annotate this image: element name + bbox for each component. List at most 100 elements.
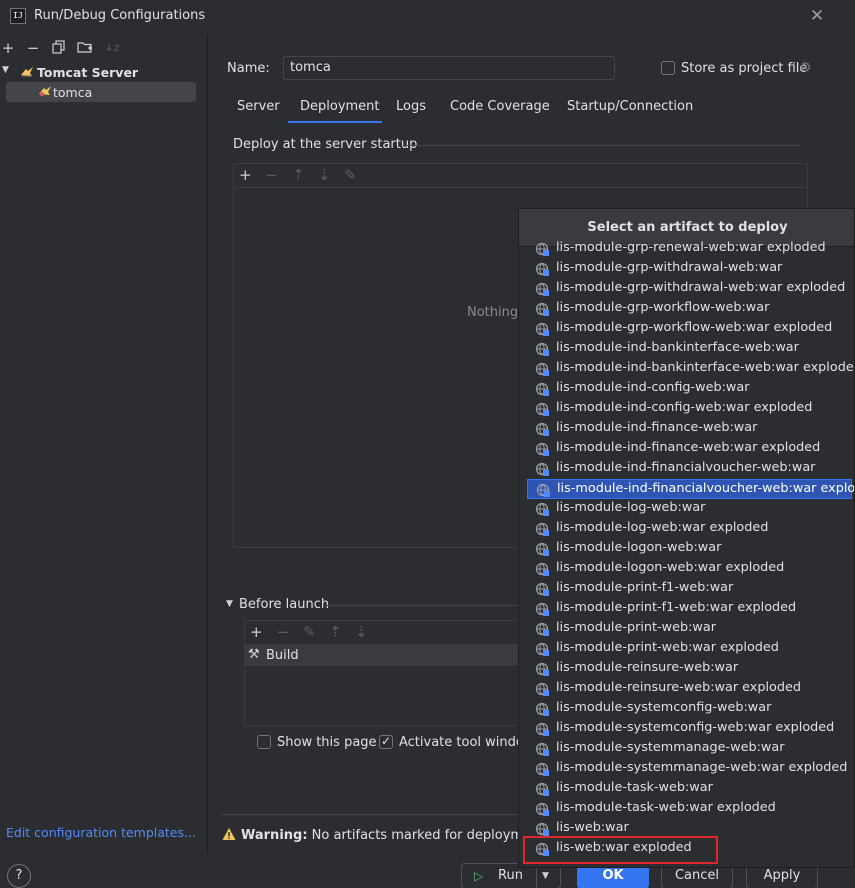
move-down-icon[interactable]: ⇣ [355,623,368,641]
artifact-item-label: lis-module-ind-finance-web:war [556,420,758,435]
before-launch-title[interactable]: Before launch [239,597,329,612]
artifact-item[interactable]: lis-module-ind-finance-web:war [527,419,852,439]
artifact-item[interactable]: lis-module-ind-bankinterface-web:war exp… [527,359,854,379]
web-artifact-icon [535,802,549,816]
new-folder-icon[interactable] [77,40,93,56]
artifact-item-label: lis-module-ind-config-web:war exploded [556,400,813,415]
artifact-item[interactable]: lis-module-ind-financialvoucher-web:war … [527,479,855,499]
active-tab-indicator [288,121,382,123]
tab-code-coverage[interactable]: Code Coverage [450,99,550,114]
artifact-item-label: lis-module-grp-workflow-web:war [556,300,770,315]
artifact-item[interactable]: lis-module-systemmanage-web:war [527,739,852,759]
artifact-item[interactable]: lis-module-grp-renewal-web:war exploded [527,239,852,259]
web-artifact-icon [535,402,549,416]
tab-logs[interactable]: Logs [396,99,426,114]
artifact-item[interactable]: lis-module-grp-withdrawal-web:war [527,259,852,279]
remove-icon[interactable]: − [25,40,41,56]
store-project-file-checkbox[interactable] [661,61,675,75]
activate-tool-window-label[interactable]: Activate tool window [399,735,519,750]
chevron-down-icon[interactable]: ▼ [226,599,233,609]
web-artifact-icon [535,322,549,336]
tab-startup-connection[interactable]: Startup/Connection [567,99,693,114]
move-down-icon[interactable]: ⇣ [318,166,331,184]
artifact-item[interactable]: lis-module-reinsure-web:war exploded [527,679,852,699]
artifact-item[interactable]: lis-module-ind-finance-web:war exploded [527,439,852,459]
web-artifact-icon [535,762,549,776]
artifact-item-label: lis-module-ind-financialvoucher-web:war [556,460,816,475]
chevron-down-icon[interactable]: ▼ [2,65,12,77]
add-artifact-icon[interactable]: + [239,166,252,184]
web-artifact-icon [536,483,550,497]
web-artifact-icon [535,622,549,636]
copy-icon[interactable] [51,40,67,56]
tree-group-tomcat-server[interactable]: Tomcat Server [37,65,138,80]
web-artifact-icon [535,822,549,836]
artifact-item[interactable]: lis-module-grp-workflow-web:war [527,299,852,319]
tab-deployment[interactable]: Deployment [300,99,380,114]
move-up-icon[interactable]: ⇡ [329,623,342,641]
sort-icon[interactable]: ↓z [104,40,120,56]
artifact-item-label: lis-module-task-web:war [556,780,713,795]
edit-task-icon[interactable]: ✎ [303,623,316,641]
artifact-item-label: lis-module-grp-withdrawal-web:war [556,260,783,275]
artifact-item[interactable]: lis-module-grp-workflow-web:war exploded [527,319,852,339]
artifact-item-label: lis-module-logon-web:war [556,540,722,555]
move-up-icon[interactable]: ⇡ [292,166,305,184]
artifact-item[interactable]: lis-module-ind-config-web:war exploded [527,399,852,419]
web-artifact-icon [535,582,549,596]
show-page-checkbox[interactable] [257,735,271,749]
artifact-item[interactable]: lis-module-log-web:war exploded [527,519,852,539]
artifact-item-label: lis-module-ind-financialvoucher-web:war … [557,481,855,496]
warning-text: No artifacts marked for deployment [311,828,545,843]
web-artifact-icon [535,382,549,396]
web-artifact-icon [535,522,549,536]
artifact-item[interactable]: lis-module-logon-web:war [527,539,852,559]
artifact-item[interactable]: lis-module-systemmanage-web:war exploded [527,759,852,779]
web-artifact-icon [535,442,549,456]
gear-icon[interactable]: ⚙ [799,60,812,76]
close-icon[interactable]: ✕ [808,6,826,26]
web-artifact-icon [535,302,549,316]
artifact-item[interactable]: lis-module-print-f1-web:war exploded [527,599,852,619]
artifact-item[interactable]: lis-module-task-web:war exploded [527,799,852,819]
name-label: Name: [227,61,270,76]
tomcat-config-icon [39,86,51,96]
show-page-label[interactable]: Show this page [277,735,377,750]
add-icon[interactable]: + [0,40,16,56]
artifact-item-label: lis-module-log-web:war exploded [556,520,769,535]
activate-tool-window-checkbox[interactable] [379,734,393,749]
artifact-item[interactable]: lis-module-log-web:war [527,499,852,519]
web-artifact-icon [535,502,549,516]
artifact-item-label: lis-module-grp-withdrawal-web:war explod… [556,280,846,295]
remove-artifact-icon[interactable]: − [265,166,278,184]
artifact-popup[interactable]: Select an artifact to deploy lis-module-… [518,208,855,868]
web-artifact-icon [535,242,549,256]
remove-task-icon[interactable]: − [277,623,290,641]
artifact-item-label: lis-module-ind-bankinterface-web:war [556,340,799,355]
store-project-file-label[interactable]: Store as project file [681,61,807,76]
add-task-icon[interactable]: + [250,623,263,641]
artifact-item[interactable]: lis-module-reinsure-web:war [527,659,852,679]
artifact-item-label: lis-module-grp-workflow-web:war exploded [556,320,833,335]
artifact-item[interactable]: lis-module-logon-web:war exploded [527,559,852,579]
name-field[interactable]: tomca [283,56,615,80]
tree-item-tomca[interactable]: tomca [53,85,92,100]
artifact-item[interactable]: lis-module-systemconfig-web:war exploded [527,719,852,739]
web-artifact-icon [535,702,549,716]
artifact-item[interactable]: lis-module-print-web:war [527,619,852,639]
artifact-item[interactable]: lis-module-ind-config-web:war [527,379,852,399]
tree-item-selected[interactable] [6,82,196,102]
edit-templates-link[interactable]: Edit configuration templates... [6,825,196,840]
help-button[interactable]: ? [7,864,31,888]
artifact-item[interactable]: lis-module-ind-financialvoucher-web:war [527,459,852,479]
artifact-item[interactable]: lis-module-systemconfig-web:war [527,699,852,719]
artifact-item[interactable]: lis-module-task-web:war [527,779,852,799]
edit-artifact-icon[interactable]: ✎ [344,166,357,184]
tab-server[interactable]: Server [237,99,280,114]
artifact-item-label: lis-module-print-web:war exploded [556,640,779,655]
artifact-item[interactable]: lis-module-print-f1-web:war [527,579,852,599]
artifact-item[interactable]: lis-module-ind-bankinterface-web:war [527,339,852,359]
artifact-item[interactable]: lis-module-grp-withdrawal-web:war explod… [527,279,852,299]
artifact-item[interactable]: lis-module-print-web:war exploded [527,639,852,659]
artifact-item-label: lis-module-systemmanage-web:war exploded [556,760,848,775]
